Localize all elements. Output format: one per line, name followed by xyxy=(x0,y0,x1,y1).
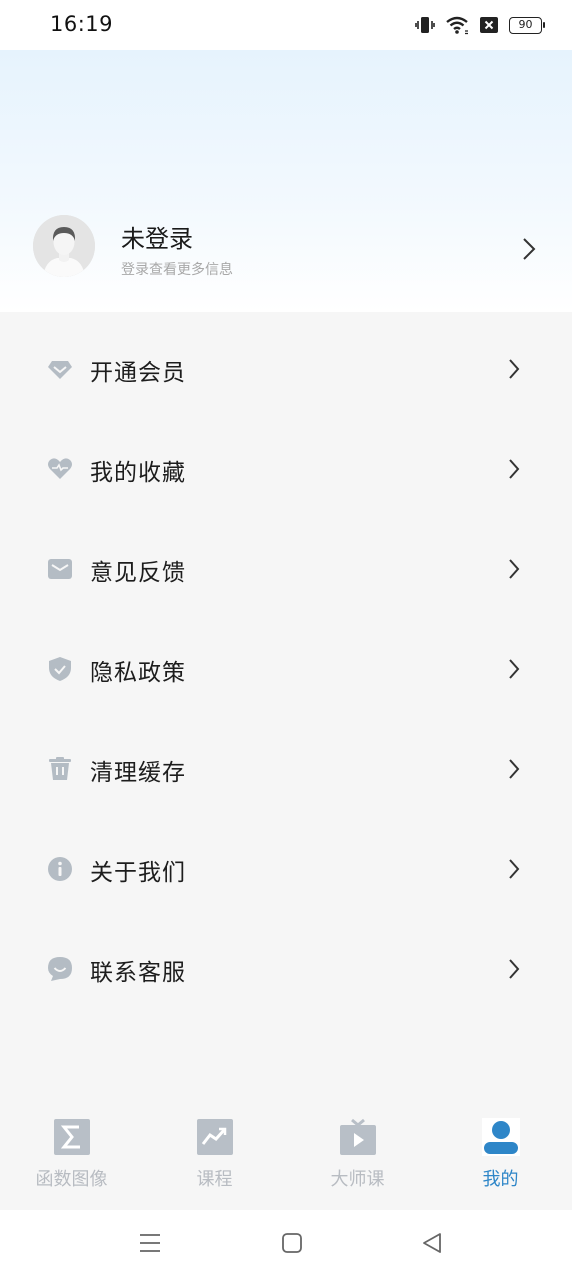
menu-item-favorites[interactable]: 我的收藏 xyxy=(0,420,572,520)
menu-item-label: 关于我们 xyxy=(90,860,186,886)
chevron-right-icon xyxy=(509,459,520,479)
trend-chart-icon xyxy=(196,1119,233,1155)
sigma-icon xyxy=(53,1119,90,1155)
chevron-right-icon xyxy=(509,959,520,979)
profile-screen: 16:19 90 未登录 登录查看更多信息 开通会员 我的收藏 意见反馈 隐私政… xyxy=(0,0,572,1280)
chevron-right-icon xyxy=(509,759,520,779)
login-row[interactable]: 未登录 登录查看更多信息 xyxy=(0,215,572,281)
menu-item-label: 开通会员 xyxy=(90,360,186,386)
status-time: 16:19 xyxy=(50,12,114,36)
chevron-right-icon xyxy=(509,659,520,679)
tab-mine[interactable]: 我的 xyxy=(429,1118,572,1204)
menu-item-label: 清理缓存 xyxy=(90,760,186,786)
chevron-right-icon xyxy=(523,238,536,260)
status-bar: 16:19 90 xyxy=(0,0,572,50)
tab-masterclass[interactable]: 大师课 xyxy=(286,1118,429,1204)
menu-item-label: 意见反馈 xyxy=(90,560,186,586)
menu-item-label: 我的收藏 xyxy=(90,460,186,486)
settings-menu: 开通会员 我的收藏 意见反馈 隐私政策 清理缓存 关于我们 联系客服 xyxy=(0,320,572,1020)
profile-header: 未登录 登录查看更多信息 xyxy=(0,50,572,312)
user-icon xyxy=(481,1118,520,1156)
chat-icon xyxy=(48,957,72,981)
profile-subtitle: 登录查看更多信息 xyxy=(121,262,233,278)
shield-icon xyxy=(49,657,71,681)
mail-icon xyxy=(48,559,72,579)
menu-item-vip[interactable]: 开通会员 xyxy=(0,320,572,420)
bottom-tab-bar: 函数图像 课程 大师课 我的 xyxy=(0,1110,572,1210)
menu-item-about[interactable]: 关于我们 xyxy=(0,820,572,920)
menu-item-clear-cache[interactable]: 清理缓存 xyxy=(0,720,572,820)
back-icon[interactable] xyxy=(421,1232,443,1254)
tab-label: 我的 xyxy=(482,1169,519,1190)
tab-label: 课程 xyxy=(196,1169,233,1190)
chevron-right-icon xyxy=(509,359,520,379)
tab-function-graph[interactable]: 函数图像 xyxy=(0,1118,143,1204)
menu-item-privacy[interactable]: 隐私政策 xyxy=(0,620,572,720)
vibrate-icon xyxy=(415,17,435,33)
menu-item-customer-service[interactable]: 联系客服 xyxy=(0,920,572,1020)
battery-icon: 90 xyxy=(509,16,545,34)
heart-icon xyxy=(48,458,72,479)
home-icon[interactable] xyxy=(281,1232,303,1254)
trash-icon xyxy=(49,757,71,780)
tab-courses[interactable]: 课程 xyxy=(143,1118,286,1204)
menu-item-label: 联系客服 xyxy=(90,960,186,986)
wifi-icon xyxy=(446,16,468,35)
menu-icon[interactable] xyxy=(139,1232,161,1254)
tv-play-icon xyxy=(339,1118,376,1155)
no-sim-icon xyxy=(480,17,498,33)
chevron-right-icon xyxy=(509,559,520,579)
tab-label: 函数图像 xyxy=(35,1169,108,1190)
battery-level: 90 xyxy=(518,17,533,31)
system-nav-bar xyxy=(0,1210,572,1280)
profile-name: 未登录 xyxy=(121,225,193,253)
menu-item-feedback[interactable]: 意见反馈 xyxy=(0,520,572,620)
info-icon xyxy=(48,857,72,881)
avatar[interactable] xyxy=(33,215,95,277)
menu-item-label: 隐私政策 xyxy=(90,660,186,686)
default-avatar-icon xyxy=(33,215,95,277)
status-icons: 90 xyxy=(415,13,545,37)
tab-label: 大师课 xyxy=(330,1169,385,1190)
diamond-icon xyxy=(48,361,72,379)
chevron-right-icon xyxy=(509,859,520,879)
